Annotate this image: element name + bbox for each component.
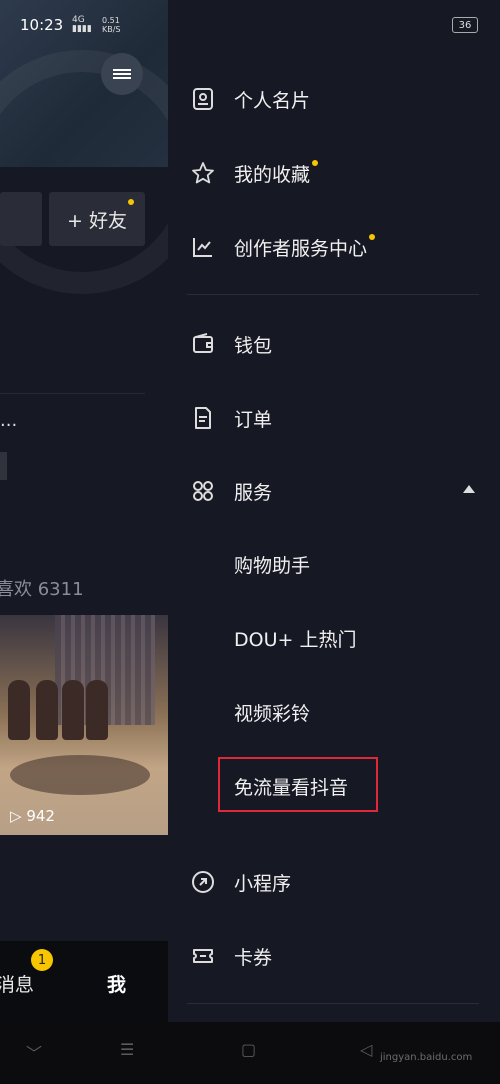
submenu-video-ringtone[interactable]: 视频彩铃 xyxy=(234,699,310,726)
notification-dot xyxy=(369,234,376,240)
notification-dot xyxy=(128,199,134,205)
menu-button[interactable] xyxy=(101,53,143,95)
home-icon[interactable]: ▢ xyxy=(241,1040,256,1059)
chart-icon xyxy=(190,234,216,260)
menu-item-favorites[interactable]: 我的收藏 xyxy=(190,153,319,193)
battery-icon: 36 xyxy=(452,17,478,33)
menu-item-business-card[interactable]: 个人名片 xyxy=(190,79,310,119)
tab-me[interactable]: 我 xyxy=(107,970,126,997)
ticket-icon xyxy=(190,943,216,969)
ground-shadow xyxy=(10,755,150,795)
menu-item-label: 创作者服务中心 xyxy=(234,237,368,260)
play-icon: ▷ xyxy=(10,807,22,825)
header-decoration xyxy=(0,50,168,294)
divider xyxy=(187,294,479,295)
network-speed: 0.51 KB/S xyxy=(102,16,121,34)
menu-item-label: 个人名片 xyxy=(234,89,311,112)
menu-lines-icon[interactable]: ☰ xyxy=(120,1040,134,1059)
highlight-box xyxy=(218,757,378,812)
person-figure xyxy=(36,680,58,740)
back-icon[interactable]: ◁ xyxy=(360,1040,372,1059)
divider xyxy=(0,393,145,394)
bio-ellipsis: ... xyxy=(0,410,18,431)
view-count: ▷ 942 xyxy=(10,807,55,825)
person-figure xyxy=(62,680,84,740)
menu-item-label: 钱包 xyxy=(234,334,273,357)
hamburger-icon xyxy=(113,67,131,81)
link-icon xyxy=(190,869,216,895)
person-figure xyxy=(8,680,30,740)
notification-dot xyxy=(312,160,319,166)
grid-icon xyxy=(190,478,216,504)
menu-item-label: 卡券 xyxy=(234,946,273,969)
add-friend-button[interactable]: + 好友 xyxy=(49,192,145,246)
network-type: 4G xyxy=(72,15,85,25)
likes-label: 喜欢 6311 xyxy=(0,579,84,600)
menu-item-label: 服务 xyxy=(234,481,273,504)
speed-unit: KB/S xyxy=(102,25,121,34)
add-friend-label: + 好友 xyxy=(67,209,127,232)
divider xyxy=(187,1003,479,1004)
document-icon xyxy=(190,405,216,431)
chevron-up-icon[interactable] xyxy=(463,485,475,493)
menu-item-orders[interactable]: 订单 xyxy=(190,398,272,438)
menu-item-coupons[interactable]: 卡券 xyxy=(190,936,272,976)
submenu-shopping-assistant[interactable]: 购物助手 xyxy=(234,551,310,578)
menu-item-label: 小程序 xyxy=(234,872,292,895)
person-figure xyxy=(86,680,108,740)
view-count-value: 942 xyxy=(26,807,55,825)
message-badge: 1 xyxy=(31,949,53,971)
tab-messages[interactable]: 消息 xyxy=(0,970,34,997)
tag-chip[interactable] xyxy=(0,452,7,480)
status-bar: 10:23 4G ▮▮▮▮ 0.51 KB/S xyxy=(0,10,168,40)
signal-icon: 4G ▮▮▮▮ xyxy=(72,15,92,34)
menu-item-services[interactable]: 服务 xyxy=(190,471,272,511)
edit-profile-button[interactable] xyxy=(0,192,42,246)
menu-item-wallet[interactable]: 钱包 xyxy=(190,324,272,364)
id-card-icon xyxy=(190,86,216,112)
menu-item-label: 订单 xyxy=(234,408,273,431)
menu-item-creator-center[interactable]: 创作者服务中心 xyxy=(190,227,376,267)
wallet-icon xyxy=(190,331,216,357)
profile-page: 10:23 4G ▮▮▮▮ 0.51 KB/S + 好友 ... 喜欢 6311 ▷… xyxy=(0,0,168,1022)
menu-item-label: 我的收藏 xyxy=(234,163,311,186)
status-time: 10:23 xyxy=(20,16,64,34)
likes-tab[interactable]: 喜欢 6311 xyxy=(0,575,84,601)
speed-value: 0.51 xyxy=(102,16,120,25)
menu-item-mini-programs[interactable]: 小程序 xyxy=(190,862,291,902)
watermark: jingyan.baidu.com xyxy=(380,1052,473,1063)
chevron-down-icon[interactable]: ﹀ xyxy=(26,1040,42,1064)
video-thumbnail[interactable] xyxy=(0,615,168,835)
star-icon xyxy=(190,160,216,186)
submenu-dou-plus[interactable]: DOU+ 上热门 xyxy=(234,625,356,652)
